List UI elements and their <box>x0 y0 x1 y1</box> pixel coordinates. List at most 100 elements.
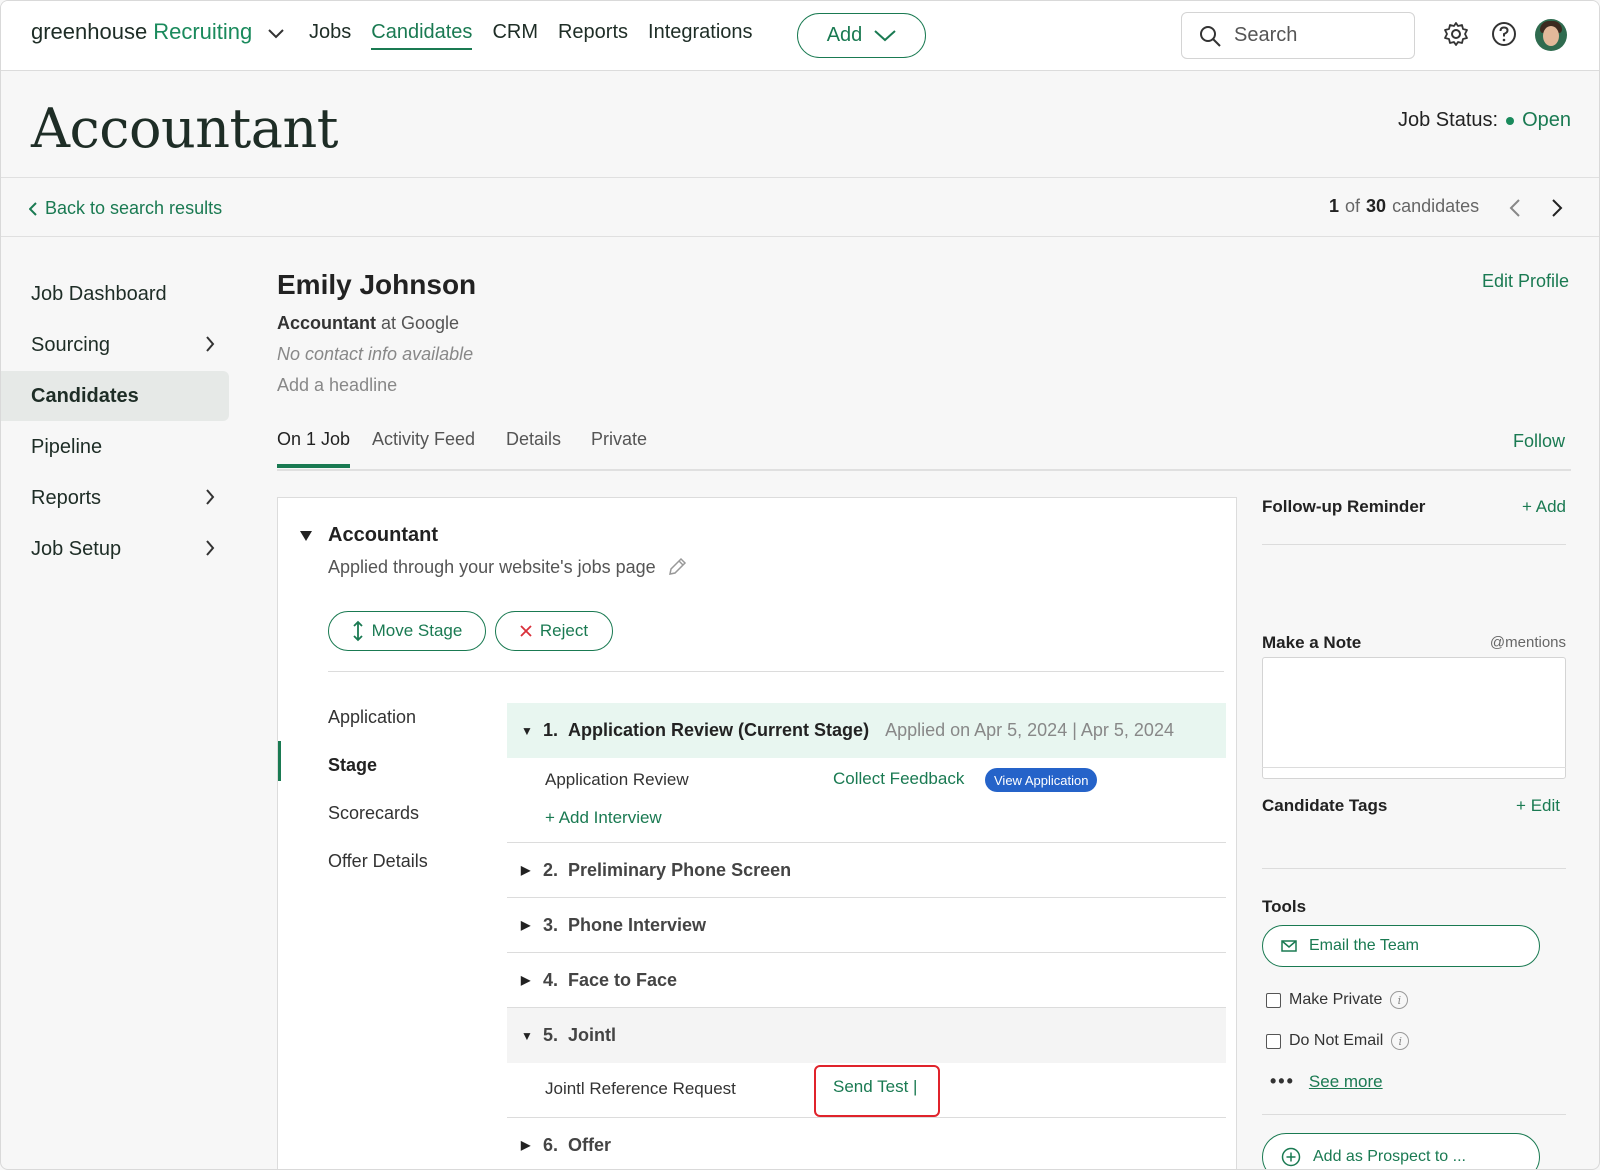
status-dot-icon <box>1506 116 1515 125</box>
pencil-icon[interactable] <box>666 556 688 578</box>
pager-current: 1 <box>1329 196 1340 216</box>
stage-header-1[interactable]: ▼ 1. Application Review (Current Stage) … <box>507 703 1226 758</box>
checkbox-box[interactable] <box>1266 1033 1281 1049</box>
brand-switcher[interactable]: greenhouse Recruiting <box>31 19 284 45</box>
avatar[interactable] <box>1535 19 1567 51</box>
sidebar-item-pipeline[interactable]: Pipeline <box>1 422 229 472</box>
subnav-scorecards[interactable]: Scorecards <box>278 789 488 837</box>
tab-activity-feed[interactable]: Activity Feed <box>372 429 475 464</box>
tab-on-job[interactable]: On 1 Job <box>277 429 351 468</box>
send-test-link[interactable]: Send Test | <box>833 1077 917 1097</box>
subnav-application[interactable]: Application <box>278 693 488 741</box>
subnav-offer-details[interactable]: Offer Details <box>278 837 488 885</box>
nav-crm[interactable]: CRM <box>492 21 538 50</box>
add-followup-link[interactable]: + Add <box>1522 497 1566 517</box>
sidebar-item-label: Candidates <box>31 384 139 407</box>
brand-product: Recruiting <box>153 19 253 44</box>
candidate-name: Emily Johnson <box>277 269 477 300</box>
tools-heading: Tools <box>1262 897 1307 916</box>
sidebar-item-label: Job Dashboard <box>31 282 167 305</box>
chevron-right-icon <box>206 489 215 505</box>
do-not-email-checkbox[interactable]: Do Not Email i <box>1266 1032 1410 1050</box>
stage-header-5[interactable]: ▼ 5. Jointl <box>507 1008 1226 1063</box>
nav-reports[interactable]: Reports <box>558 21 628 50</box>
stage-header-4[interactable]: ▶ 4. Face to Face <box>507 953 1226 1008</box>
collect-feedback-link[interactable]: Collect Feedback <box>833 769 964 789</box>
triangle-down-icon <box>300 530 312 541</box>
stage-header-6[interactable]: ▶ 6. Offer <box>507 1118 1226 1169</box>
stage-name: Offer <box>568 1134 612 1155</box>
info-icon[interactable]: i <box>1391 1032 1410 1050</box>
more-dots-icon: ••• <box>1270 1071 1295 1091</box>
subnav-stage[interactable]: Stage <box>278 741 488 789</box>
triangle-right-icon: ▶ <box>521 918 531 932</box>
nav-jobs[interactable]: Jobs <box>309 21 351 50</box>
add-as-prospect-button[interactable]: Add as Prospect to ... <box>1262 1133 1540 1169</box>
follow-link[interactable]: Follow <box>1513 431 1565 452</box>
stage-applied-date: Applied on Apr 5, 2024 | Apr 5, 2024 <box>885 720 1174 740</box>
mail-icon <box>1281 940 1297 952</box>
close-icon <box>520 625 532 637</box>
candidate-sidebar: Follow-up Reminder + Add Make a Note @me… <box>1262 483 1566 1169</box>
note-textarea[interactable] <box>1262 657 1566 779</box>
chevron-right-icon <box>206 540 215 556</box>
candidate-role: Accountant at Google <box>277 313 476 334</box>
reject-button[interactable]: Reject <box>495 611 613 651</box>
stage-header-3[interactable]: ▶ 3. Phone Interview <box>507 898 1226 953</box>
email-team-button[interactable]: Email the Team <box>1262 925 1540 967</box>
sidebar-item-job-setup[interactable]: Job Setup <box>1 524 229 574</box>
chevron-down-icon <box>268 19 284 45</box>
job-status: Job Status: Open <box>1398 109 1571 132</box>
sidebar-item-label: Reports <box>31 486 102 509</box>
nav-integrations[interactable]: Integrations <box>648 21 753 50</box>
plus-circle-icon <box>1281 1147 1301 1167</box>
stage-header-2[interactable]: ▶ 2. Preliminary Phone Screen <box>507 843 1226 898</box>
tab-details[interactable]: Details <box>506 429 561 464</box>
see-more-row[interactable]: ••• See more <box>1270 1071 1383 1092</box>
gear-icon <box>1444 22 1468 46</box>
sidebar-item-candidates[interactable]: Candidates <box>1 371 229 421</box>
next-candidate-button[interactable] <box>1545 196 1569 220</box>
search-placeholder: Search <box>1234 24 1298 46</box>
sidebar-item-label: Sourcing <box>31 333 110 356</box>
see-more-link[interactable]: See more <box>1309 1072 1383 1092</box>
edit-tags-link[interactable]: + Edit <box>1516 796 1560 816</box>
interview-stages: ▼ 1. Application Review (Current Stage) … <box>507 703 1226 1169</box>
triangle-right-icon: ▶ <box>521 973 531 987</box>
checkbox-box[interactable] <box>1266 992 1281 1008</box>
application-toggle[interactable]: Accountant <box>300 524 438 547</box>
sidebar-item-reports[interactable]: Reports <box>1 473 229 523</box>
top-navigation: greenhouse Recruiting Jobs Candidates CR… <box>1 1 1599 71</box>
email-team-label: Email the Team <box>1309 937 1419 954</box>
pager-of: of <box>1345 196 1361 216</box>
make-private-checkbox[interactable]: Make Private i <box>1266 991 1409 1009</box>
previous-candidate-button[interactable] <box>1503 196 1527 220</box>
application-subnav: Application Stage Scorecards Offer Detai… <box>278 693 488 885</box>
search-icon <box>1200 25 1221 47</box>
tags-section: Candidate Tags + Edit <box>1262 767 1566 869</box>
back-to-results-link[interactable]: Back to search results <box>29 198 222 219</box>
add-interview-link[interactable]: + Add Interview <box>507 802 1226 842</box>
edit-profile-link[interactable]: Edit Profile <box>1482 271 1569 292</box>
view-application-button[interactable]: View Application <box>985 768 1098 792</box>
triangle-right-icon: ▶ <box>521 1138 531 1152</box>
sidebar-item-label: Pipeline <box>31 435 103 458</box>
add-button[interactable]: Add <box>797 13 926 58</box>
sidebar-item-job-dashboard[interactable]: Job Dashboard <box>1 269 229 319</box>
add-headline-link[interactable]: Add a headline <box>277 375 476 396</box>
avatar-face <box>1543 26 1559 46</box>
help-button[interactable] <box>1489 19 1519 49</box>
sidebar-item-sourcing[interactable]: Sourcing <box>1 320 229 370</box>
triangle-down-icon: ▼ <box>521 723 533 738</box>
divider <box>328 671 1224 672</box>
move-stage-button[interactable]: Move Stage <box>328 611 486 651</box>
interview-name: Jointl Reference Request <box>545 1079 736 1098</box>
info-icon[interactable]: i <box>1390 991 1409 1009</box>
settings-button[interactable] <box>1441 19 1471 49</box>
tab-private[interactable]: Private <box>591 429 647 464</box>
tags-heading: Candidate Tags <box>1262 796 1388 815</box>
nav-candidates[interactable]: Candidates <box>371 21 473 50</box>
search-input[interactable]: Search <box>1181 12 1415 59</box>
mentions-hint: @mentions <box>1489 634 1566 651</box>
stage-number: 6. <box>543 1134 559 1155</box>
